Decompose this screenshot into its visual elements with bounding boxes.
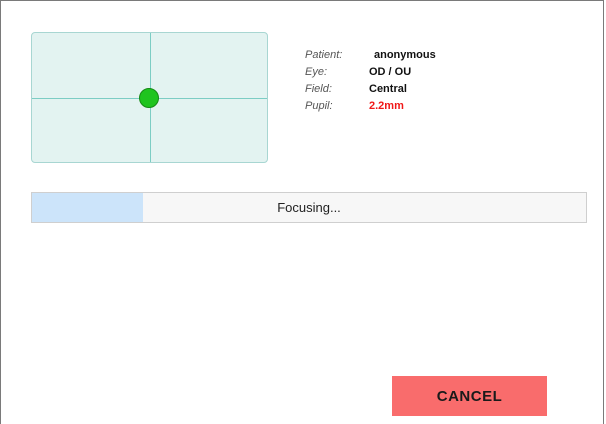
eye-row: Eye: OD / OU	[305, 64, 436, 81]
pupil-target-dot	[139, 88, 159, 108]
progress-status-text: Focusing...	[277, 200, 341, 215]
test-window: Patient: anonymous Eye: OD / OU Field: Cent…	[0, 0, 604, 424]
focusing-progress-bar: Focusing...	[31, 192, 587, 223]
eye-value: OD / OU	[369, 66, 412, 78]
patient-label: Patient:	[305, 49, 343, 61]
eye-label: Eye:	[305, 66, 328, 78]
pupil-label: Pupil:	[305, 100, 333, 112]
field-row: Field: Central	[305, 81, 436, 98]
field-value: Central	[369, 83, 407, 95]
cancel-button[interactable]: CANCEL	[392, 376, 547, 416]
eye-camera-view	[31, 32, 268, 163]
field-label: Field:	[305, 83, 332, 95]
patient-row: Patient: anonymous	[305, 47, 436, 64]
patient-value: anonymous	[374, 49, 436, 61]
patient-info-panel: Patient: anonymous Eye: OD / OU Field: Cent…	[305, 47, 436, 115]
pupil-row: Pupil: 2.2mm	[305, 98, 436, 115]
pupil-value: 2.2mm	[369, 100, 404, 112]
